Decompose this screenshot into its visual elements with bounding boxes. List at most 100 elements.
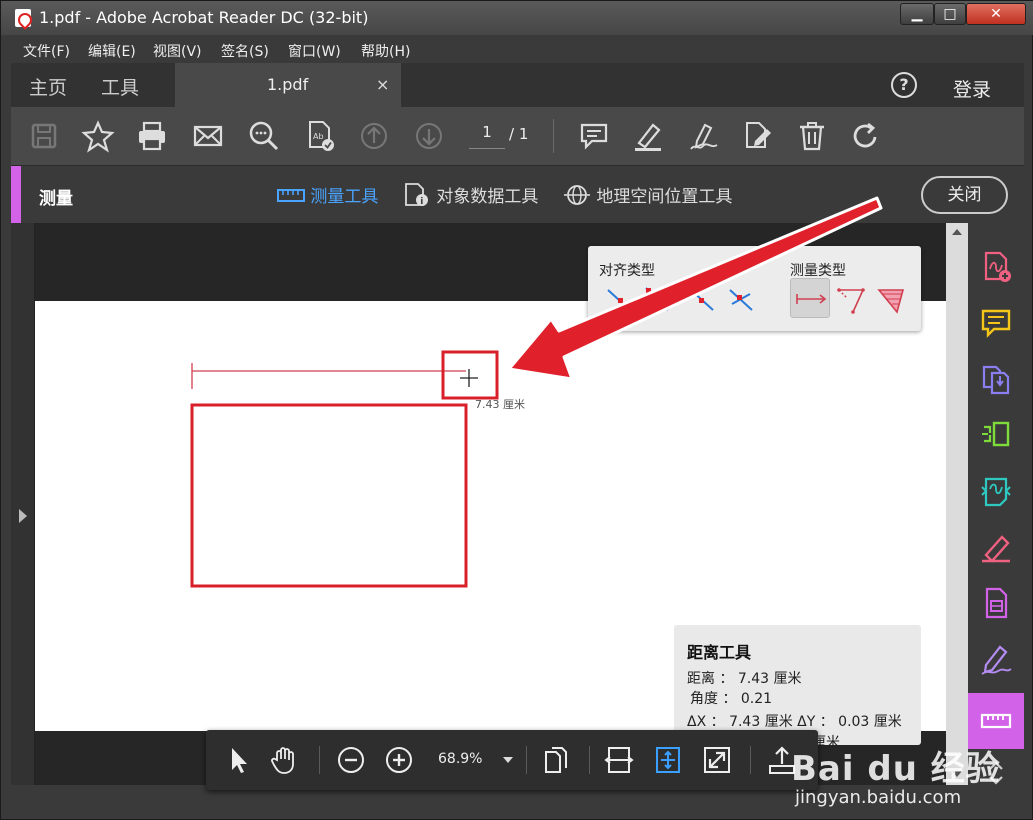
measure-tool-button[interactable]: 测量工具 [277, 182, 378, 208]
area-type-icon[interactable] [873, 282, 909, 318]
comment-tool-icon[interactable] [978, 305, 1014, 341]
title-bar: 1.pdf - Adobe Acrobat Reader DC (32-bit)… [1, 1, 1033, 35]
floatbar-divider [750, 746, 751, 774]
watermark-url: jingyan.baidu.com [795, 787, 962, 808]
expand-left-pane-icon[interactable] [19, 509, 27, 523]
snap-to-path-icon[interactable] [602, 282, 638, 318]
snap-to-intersection-icon[interactable] [724, 282, 760, 318]
left-pane-toggle[interactable] [11, 223, 35, 785]
measure-tool-label: 测量工具 [310, 187, 379, 207]
zoom-search-icon[interactable] [247, 119, 281, 153]
toolbar-divider [553, 119, 554, 153]
zoom-level[interactable]: 68.9% [438, 751, 482, 767]
distance-value: 距离 ： 7.43 厘米 [687, 671, 802, 687]
spellcheck-document-icon[interactable]: Ab [303, 119, 337, 153]
tab-tools[interactable]: 工具 [101, 73, 139, 100]
floating-page-toolbar: 68.9% [206, 730, 818, 790]
measure-type-title: 测量类型 [790, 263, 846, 279]
measure-value-label: 7.43 厘米 [475, 398, 525, 411]
full-screen-icon[interactable] [701, 744, 733, 776]
page-number-input[interactable]: 1 [469, 123, 505, 149]
close-measure-button[interactable]: 关闭 [921, 176, 1008, 214]
zoom-dropdown-icon[interactable] [503, 757, 513, 763]
distance-line-icon [796, 294, 827, 304]
geospatial-tool-label: 地理空间位置工具 [596, 187, 733, 207]
menu-help[interactable]: 帮助(H) [361, 41, 410, 61]
delete-icon[interactable] [795, 119, 829, 153]
snap-to-midpoint-icon[interactable] [685, 282, 721, 318]
globe-icon [564, 184, 590, 205]
svg-text:Ab: Ab [313, 132, 324, 141]
object-data-icon: i [405, 182, 428, 207]
menu-window[interactable]: 窗口(W) [288, 41, 341, 61]
svg-text:i: i [420, 197, 423, 207]
distance-tool-panel: 距离工具 距离 ： 7.43 厘米 角度 ： 0.21 ΔX ： 7.43 厘米… [674, 625, 921, 751]
compress-pdf-icon[interactable] [978, 473, 1014, 509]
window-title: 1.pdf - Adobe Acrobat Reader DC (32-bit) [39, 8, 369, 27]
object-data-tool-button[interactable]: i 对象数据工具 [403, 182, 538, 208]
help-icon[interactable]: ? [891, 72, 917, 98]
menu-sign[interactable]: 签名(S) [221, 41, 269, 61]
distance-type-button[interactable] [790, 278, 830, 318]
organize-pages-icon[interactable] [978, 417, 1014, 453]
menu-edit[interactable]: 编辑(E) [88, 41, 136, 61]
email-icon[interactable] [191, 119, 225, 153]
ruler-icon [277, 188, 305, 202]
snap-to-endpoint-icon[interactable] [640, 282, 676, 318]
snap-type-title: 对齐类型 [599, 263, 655, 279]
previous-page-icon[interactable] [357, 119, 391, 153]
zoom-in-icon[interactable] [383, 744, 415, 776]
floatbar-divider [319, 746, 320, 774]
page-display-icon[interactable] [540, 744, 572, 776]
perimeter-type-icon[interactable] [833, 282, 869, 318]
hand-tool-icon[interactable] [268, 744, 300, 776]
minimize-button[interactable]: ▁ [900, 3, 934, 25]
create-pdf-icon[interactable] [978, 249, 1014, 285]
geospatial-tool-button[interactable]: 地理空间位置工具 [563, 182, 732, 208]
maximize-button[interactable]: □ [934, 3, 966, 25]
fill-sign-tool-icon[interactable] [978, 529, 1014, 565]
request-signature-icon[interactable] [978, 641, 1014, 677]
cursor-highlight-box [441, 350, 499, 400]
acrobat-window: 1.pdf - Adobe Acrobat Reader DC (32-bit)… [0, 0, 1033, 820]
document-tab-label: 1.pdf [267, 75, 309, 94]
rotate-icon[interactable] [849, 119, 883, 153]
fit-page-icon[interactable] [652, 744, 684, 776]
angle-value: 角度 ： 0.21 [690, 691, 773, 707]
drawn-rectangle [190, 403, 468, 588]
vertical-scrollbar[interactable] [946, 223, 968, 785]
tab-home[interactable]: 主页 [29, 73, 67, 100]
fill-sign-icon[interactable] [687, 119, 721, 153]
close-tab-icon[interactable]: × [376, 75, 389, 94]
export-pdf-icon[interactable] [978, 585, 1014, 621]
close-window-button[interactable]: ✕ [966, 3, 1026, 25]
baidu-watermark: Bai du 经验 jingyan.baidu.com [791, 741, 1006, 811]
highlight-icon[interactable] [631, 119, 665, 153]
scroll-up-icon[interactable] [952, 229, 962, 235]
next-page-icon[interactable] [412, 119, 446, 153]
menu-file[interactable]: 文件(F) [23, 41, 70, 61]
tab-document[interactable]: 1.pdf × [175, 63, 401, 107]
acrobat-app-icon [15, 9, 31, 27]
measure-accent-strip [11, 166, 21, 224]
ruler-icon [980, 713, 1012, 729]
zoom-out-icon[interactable] [335, 744, 367, 776]
combine-files-icon[interactable] [978, 361, 1014, 397]
login-button[interactable]: 登录 [953, 75, 991, 102]
measure-options-panel: 对齐类型 测量类型 [588, 246, 921, 331]
save-icon[interactable] [27, 119, 61, 153]
print-icon[interactable] [135, 119, 169, 153]
export-edit-icon[interactable] [741, 119, 775, 153]
fit-width-icon[interactable] [603, 744, 635, 776]
select-arrow-icon[interactable] [222, 744, 254, 776]
menu-view[interactable]: 视图(V) [153, 41, 202, 61]
floatbar-divider [526, 746, 527, 774]
comment-icon[interactable] [577, 119, 611, 153]
delta-values: ΔX ： 7.43 厘米 ΔY ： 0.03 厘米 [687, 714, 902, 730]
menu-bar: 文件(F) 编辑(E) 视图(V) 签名(S) 窗口(W) 帮助(H) [11, 37, 1024, 63]
floatbar-divider [589, 746, 590, 774]
measure-title: 测量 [39, 189, 73, 209]
star-icon[interactable] [81, 119, 115, 153]
object-data-tool-label: 对象数据工具 [436, 187, 539, 207]
baidu-jingyan-logo: Bai du 经验 [791, 749, 1001, 789]
